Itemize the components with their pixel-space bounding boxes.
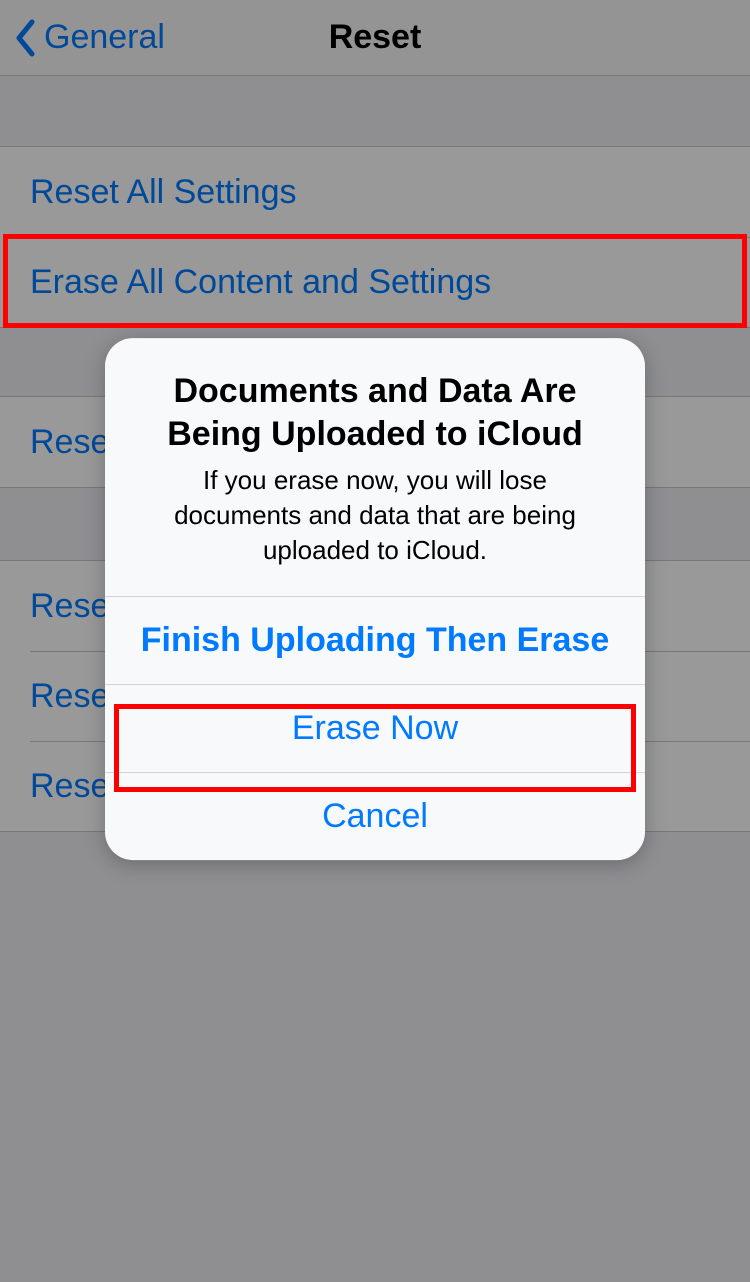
alert-button-erase-now[interactable]: Erase Now	[105, 684, 645, 772]
alert-message: If you erase now, you will lose document…	[133, 463, 617, 568]
alert-body: Documents and Data Are Being Uploaded to…	[105, 338, 645, 596]
alert-button-label: Finish Uploading Then Erase	[141, 621, 610, 660]
alert-button-cancel[interactable]: Cancel	[105, 772, 645, 860]
alert-button-finish-then-erase[interactable]: Finish Uploading Then Erase	[105, 596, 645, 684]
alert-title: Documents and Data Are Being Uploaded to…	[133, 370, 617, 455]
alert-button-label: Cancel	[322, 797, 428, 836]
alert-dialog: Documents and Data Are Being Uploaded to…	[105, 338, 645, 860]
alert-button-label: Erase Now	[292, 709, 458, 748]
